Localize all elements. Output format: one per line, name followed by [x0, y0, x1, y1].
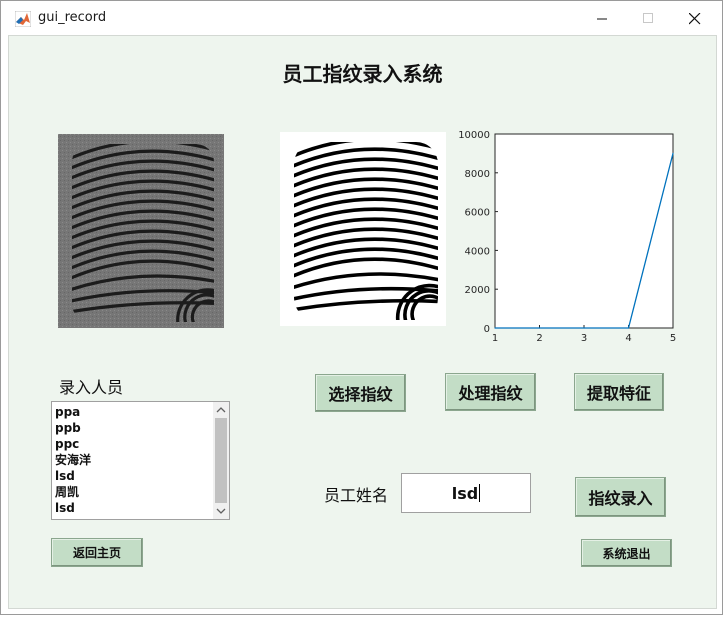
extract-features-button[interactable]: 提取特征 — [574, 373, 664, 411]
y-tick-label: 0 — [484, 324, 490, 335]
maximize-button[interactable] — [626, 1, 672, 35]
data-point — [538, 327, 541, 329]
maximize-icon — [643, 13, 653, 23]
employee-name-value: lsd — [451, 483, 479, 503]
y-tick-label: 6000 — [465, 208, 490, 219]
data-point — [627, 327, 630, 329]
employee-name-label: 员工姓名 — [324, 486, 389, 505]
y-tick-label: 8000 — [465, 169, 490, 180]
enroll-fingerprint-button[interactable]: 指纹录入 — [575, 477, 666, 517]
window-title: gui_record — [38, 10, 107, 25]
processed-fingerprint-image — [280, 132, 446, 326]
x-tick-label: 2 — [536, 333, 542, 344]
x-tick-label: 5 — [670, 333, 676, 344]
matlab-icon — [15, 11, 31, 27]
y-tick-label: 4000 — [465, 246, 490, 257]
list-item[interactable]: 周凯 — [55, 484, 215, 500]
figure-area: 员工指纹录入系统 1 2 3 4 5 0 2000 4000 6000 8000… — [8, 35, 717, 609]
page-title: 员工指纹录入系统 — [282, 62, 443, 86]
x-tick-label: 3 — [581, 333, 587, 344]
data-point — [583, 327, 585, 329]
list-item[interactable]: ppb — [55, 420, 215, 436]
y-tick-label: 10000 — [458, 130, 490, 141]
text-caret — [479, 484, 481, 502]
employee-name-input[interactable]: lsd — [401, 473, 531, 513]
original-fingerprint-image — [58, 134, 224, 328]
data-point — [672, 152, 674, 154]
feature-line-chart: 1 2 3 4 5 0 2000 4000 6000 8000 10000 — [458, 130, 676, 344]
back-home-button[interactable]: 返回主页 — [51, 538, 143, 567]
select-fingerprint-button[interactable]: 选择指纹 — [315, 374, 406, 412]
scroll-down-icon[interactable] — [216, 507, 226, 515]
y-tick-label: 2000 — [465, 285, 490, 296]
close-icon — [689, 13, 701, 25]
x-tick-label: 1 — [492, 333, 498, 344]
staff-listbox[interactable]: ppa ppb ppc 安海洋 lsd 周凯 lsd — [51, 401, 230, 520]
plot-area — [494, 133, 674, 329]
close-button[interactable] — [672, 1, 718, 35]
list-scrollbar[interactable] — [213, 402, 229, 519]
list-item[interactable]: lsd — [55, 468, 215, 484]
title-bar: gui_record — [1, 1, 722, 35]
process-fingerprint-button[interactable]: 处理指纹 — [445, 373, 536, 411]
list-item[interactable]: ppc — [55, 436, 215, 452]
enrolled-staff-label: 录入人员 — [59, 378, 124, 397]
list-item[interactable]: ppa — [55, 404, 215, 420]
x-tick-label: 4 — [625, 333, 631, 344]
exit-system-button[interactable]: 系统退出 — [581, 539, 672, 567]
scroll-up-icon[interactable] — [216, 406, 226, 414]
scrollbar-thumb[interactable] — [215, 418, 227, 503]
list-item[interactable]: 安海洋 — [55, 452, 215, 468]
data-point — [494, 327, 496, 329]
app-window: gui_record 员工指纹录入系统 1 2 3 4 5 0 2000 400… — [0, 0, 723, 615]
minimize-button[interactable] — [580, 1, 626, 35]
minimize-icon — [597, 18, 607, 20]
staff-list: ppa ppb ppc 安海洋 lsd 周凯 lsd — [55, 404, 215, 516]
list-item[interactable]: lsd — [55, 500, 215, 516]
